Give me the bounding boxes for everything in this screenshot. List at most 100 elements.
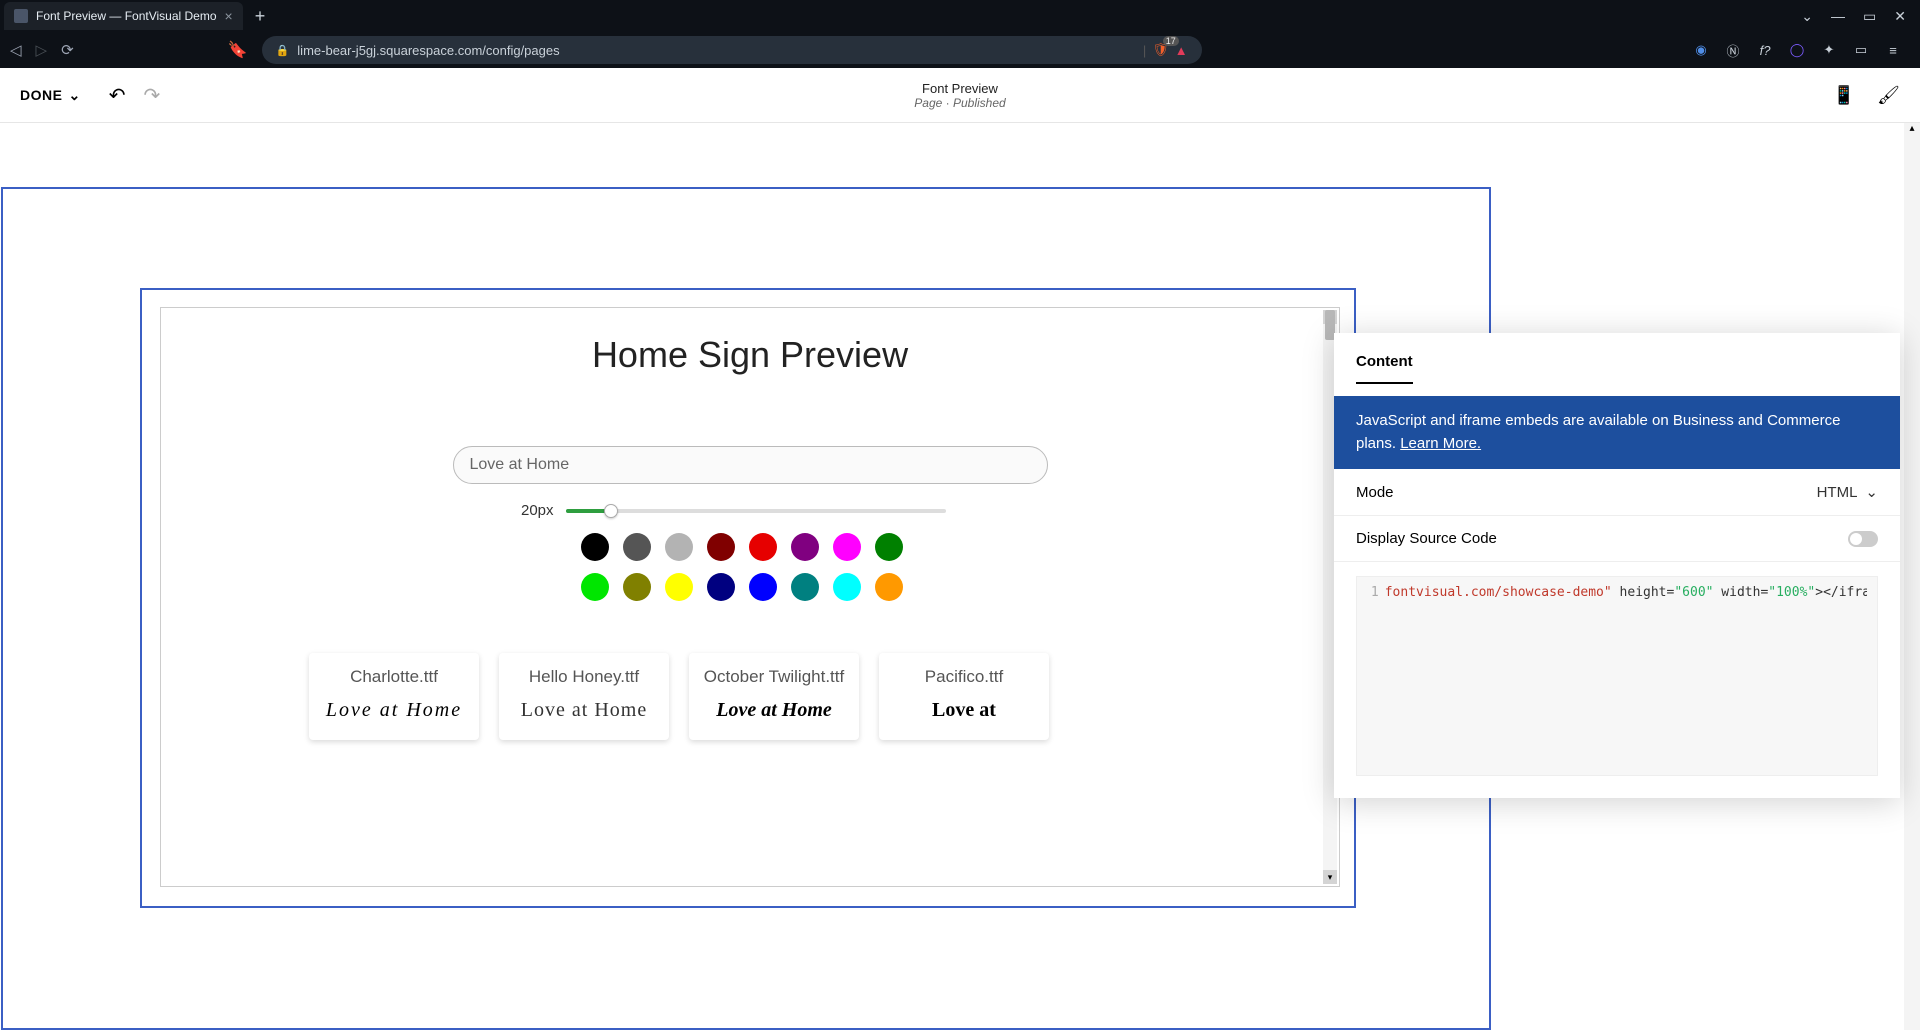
upgrade-banner: JavaScript and iframe embeds are availab…	[1334, 396, 1900, 469]
learn-more-link[interactable]: Learn More.	[1400, 435, 1481, 452]
undo-icon[interactable]: ↶	[109, 83, 126, 108]
page-scrollbar[interactable]: ▴	[1904, 123, 1920, 1030]
brave-shield-icon[interactable]: 🛡17	[1152, 42, 1169, 58]
extension-loom-icon[interactable]: ◉	[1692, 41, 1710, 59]
color-swatch[interactable]	[665, 533, 693, 561]
close-tab-icon[interactable]: ×	[225, 8, 233, 24]
color-swatch[interactable]	[791, 573, 819, 601]
forward-icon[interactable]: ▷	[36, 41, 48, 59]
size-label: 20px	[521, 502, 554, 519]
done-button[interactable]: DONE ⌄	[20, 87, 81, 104]
styles-brush-icon[interactable]: 🖌	[1877, 85, 1900, 106]
url-text: lime-bear-j5gj.squarespace.com/config/pa…	[297, 43, 559, 58]
undo-redo-group: ↶ ↷	[109, 83, 161, 108]
block-inspector-panel: Content JavaScript and iframe embeds are…	[1334, 333, 1900, 798]
font-card[interactable]: Hello Honey.ttfLove at Home	[499, 653, 669, 740]
tab-favicon-icon	[14, 9, 28, 23]
color-swatch[interactable]	[749, 533, 777, 561]
inspector-tabs: Content	[1334, 333, 1900, 384]
size-row: 20px	[521, 502, 1199, 519]
font-card[interactable]: Pacifico.ttf Love at	[879, 653, 1049, 740]
font-card-sample: Love at Home	[315, 699, 473, 722]
font-card-filename: Pacifico.ttf	[885, 667, 1043, 687]
font-card[interactable]: October Twilight.ttf Love at Home	[689, 653, 859, 740]
close-window-icon[interactable]: ✕	[1894, 8, 1906, 25]
browser-chrome: Font Preview — FontVisual Demo × + ⌄ — ▭…	[0, 0, 1920, 68]
font-card[interactable]: Charlotte.ttf Love at Home	[309, 653, 479, 740]
extension-circle-icon[interactable]: ◯	[1788, 41, 1806, 59]
code-editor[interactable]: 1 fontvisual.com/showcase-demo" height="…	[1356, 576, 1878, 776]
header-right: 📱 🖌	[1833, 85, 1900, 106]
display-source-toggle[interactable]	[1848, 531, 1878, 547]
display-source-label: Display Source Code	[1356, 530, 1497, 547]
page-subtitle: Page · Published	[914, 96, 1005, 110]
slider-fill	[566, 509, 606, 513]
site-divider: |	[1143, 43, 1146, 58]
preview-text-field-wrap	[453, 446, 1048, 484]
color-swatch[interactable]	[833, 533, 861, 561]
font-card-filename: October Twilight.ttf	[695, 667, 853, 687]
font-card-filename: Charlotte.ttf	[315, 667, 473, 687]
chevron-down-icon[interactable]: ⌄	[1801, 8, 1813, 25]
scroll-down-icon[interactable]: ▾	[1323, 870, 1337, 884]
new-tab-button[interactable]: +	[243, 6, 278, 27]
back-icon[interactable]: ◁	[10, 41, 22, 59]
mobile-view-icon[interactable]: 📱	[1833, 85, 1855, 106]
color-swatch[interactable]	[581, 533, 609, 561]
extensions-puzzle-icon[interactable]: ✦	[1820, 41, 1838, 59]
tab-content[interactable]: Content	[1356, 353, 1413, 384]
mode-row: Mode HTML ⌄	[1334, 469, 1900, 516]
maximize-icon[interactable]: ▭	[1863, 8, 1876, 25]
code-gutter: 1	[1367, 585, 1385, 767]
color-swatch[interactable]	[875, 533, 903, 561]
color-swatch[interactable]	[833, 573, 861, 601]
extension-icons: ◉ Ⓝ f? ◯ ✦ ▭ ≡	[1692, 41, 1910, 59]
mode-select[interactable]: HTML ⌄	[1817, 483, 1878, 501]
nav-buttons: ◁ ▷ ⟳	[10, 41, 74, 59]
canvas: ▴ ▴ ▾ Home Sign Preview 20px	[0, 123, 1920, 1030]
tab-title: Font Preview — FontVisual Demo	[36, 9, 217, 23]
page-title: Font Preview	[914, 81, 1005, 96]
reload-icon[interactable]: ⟳	[61, 41, 74, 59]
font-card-sample: Love at Home	[695, 699, 853, 722]
color-swatch[interactable]	[791, 533, 819, 561]
color-swatch[interactable]	[665, 573, 693, 601]
extension-notion-icon[interactable]: Ⓝ	[1724, 41, 1742, 59]
window-controls: ⌄ — ▭ ✕	[1801, 8, 1920, 25]
scroll-up-icon[interactable]: ▴	[1904, 123, 1920, 139]
preview-heading: Home Sign Preview	[301, 334, 1199, 376]
chevron-down-icon: ⌄	[68, 87, 80, 104]
display-source-row: Display Source Code	[1334, 516, 1900, 562]
color-swatch[interactable]	[581, 573, 609, 601]
font-card-sample: Love at Home	[505, 699, 663, 722]
color-swatch[interactable]	[623, 533, 651, 561]
color-swatch[interactable]	[707, 533, 735, 561]
color-swatch[interactable]	[707, 573, 735, 601]
wallet-icon[interactable]: ▭	[1852, 41, 1870, 59]
header-center: Font Preview Page · Published	[914, 81, 1005, 110]
color-swatch[interactable]	[623, 573, 651, 601]
color-swatch[interactable]	[749, 573, 777, 601]
preview-text-input[interactable]	[453, 446, 1048, 484]
bookmark-icon[interactable]: 🔖	[228, 40, 248, 60]
app-header: DONE ⌄ ↶ ↷ Font Preview Page · Published…	[0, 68, 1920, 123]
font-card-sample: Love at	[885, 699, 1043, 722]
browser-tab[interactable]: Font Preview — FontVisual Demo ×	[4, 2, 243, 30]
color-swatches	[581, 533, 1199, 601]
font-cards: Charlotte.ttfLove at HomeHello Honey.ttf…	[309, 653, 1199, 740]
address-bar-row: ◁ ▷ ⟳ 🔖 🔒 lime-bear-j5gj.squarespace.com…	[0, 32, 1920, 68]
extension-whatfont-icon[interactable]: f?	[1756, 41, 1774, 59]
tab-bar: Font Preview — FontVisual Demo × + ⌄ — ▭…	[0, 0, 1920, 32]
mode-label: Mode	[1356, 484, 1394, 501]
code-line[interactable]: fontvisual.com/showcase-demo" height="60…	[1385, 585, 1867, 767]
browser-menu-icon[interactable]: ≡	[1884, 41, 1902, 59]
embed-preview: ▴ ▾ Home Sign Preview 20px Charlotte.ttf…	[160, 307, 1340, 887]
done-label: DONE	[20, 87, 62, 103]
slider-thumb[interactable]	[604, 504, 618, 518]
color-swatch[interactable]	[875, 573, 903, 601]
size-slider[interactable]	[566, 509, 946, 513]
mode-value: HTML	[1817, 484, 1858, 501]
minimize-icon[interactable]: —	[1831, 8, 1845, 25]
url-bar[interactable]: 🔒 lime-bear-j5gj.squarespace.com/config/…	[262, 36, 1202, 64]
redo-icon[interactable]: ↷	[143, 83, 160, 108]
